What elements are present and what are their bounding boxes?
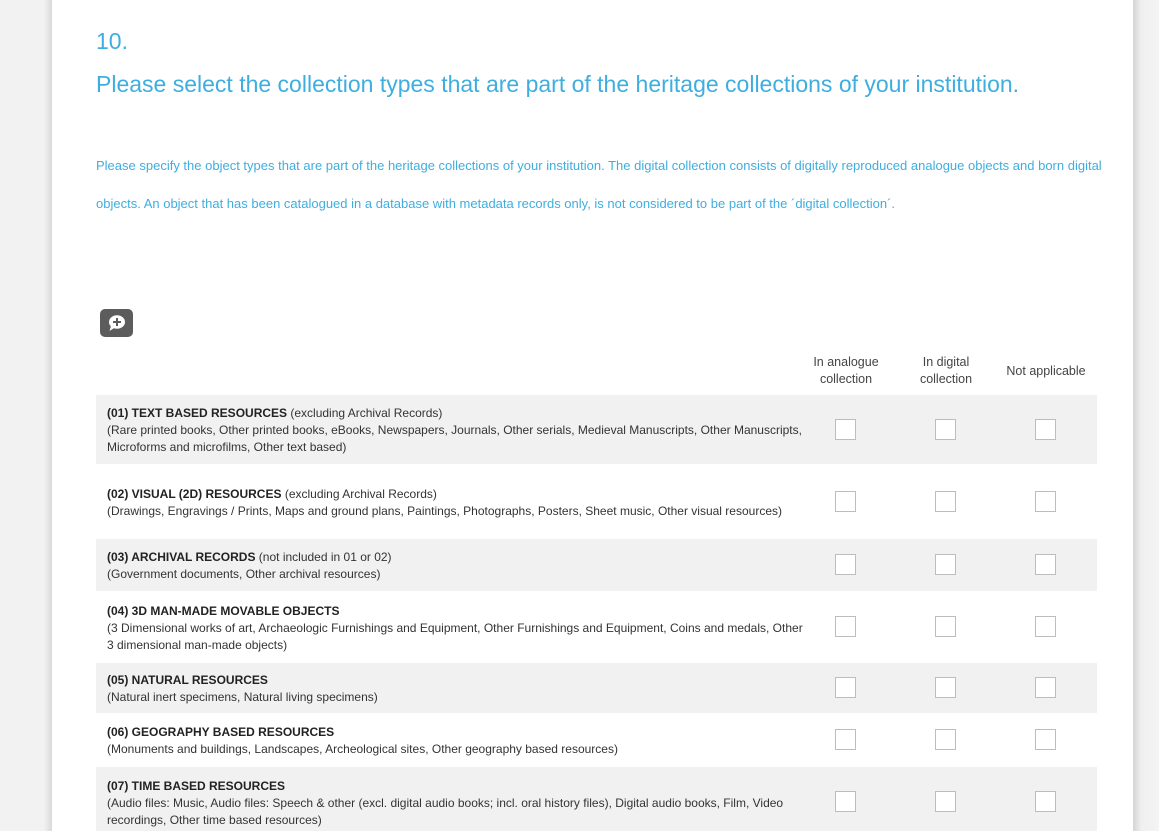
checkbox-analogue[interactable] xyxy=(835,418,856,440)
checkbox-analogue[interactable] xyxy=(835,677,856,698)
right-margin xyxy=(1133,0,1159,831)
checkbox-not-applicable[interactable] xyxy=(1035,729,1056,750)
checkbox-digital[interactable] xyxy=(935,418,956,440)
row-details: (Drawings, Engravings / Prints, Maps and… xyxy=(107,503,782,518)
checkbox-digital[interactable] xyxy=(935,791,956,812)
checkbox-digital[interactable] xyxy=(935,677,956,698)
checkbox-not-applicable[interactable] xyxy=(1035,490,1056,512)
row-details: (Natural inert specimens, Natural living… xyxy=(107,690,378,704)
grid-row-archival: (03) ARCHIVAL RECORDS (not included in 0… xyxy=(96,539,1097,593)
checkbox-analogue[interactable] xyxy=(835,791,856,812)
page: 10. Please select the collection types t… xyxy=(0,0,1159,831)
row-title: (04) 3D MAN-MADE MOVABLE OBJECTS xyxy=(107,603,340,618)
checkbox-not-applicable[interactable] xyxy=(1035,554,1056,575)
grid-row-natural: (05) NATURAL RESOURCES (Natural inert sp… xyxy=(96,663,1097,715)
grid-row-3d-objects: (04) 3D MAN-MADE MOVABLE OBJECTS (3 Dime… xyxy=(96,593,1097,663)
checkbox-analogue[interactable] xyxy=(835,554,856,575)
checkbox-not-applicable[interactable] xyxy=(1035,418,1056,440)
row-qualifier: (excluding Archival Records) xyxy=(287,406,443,420)
row-label: (01) TEXT BASED RESOURCES (excluding Arc… xyxy=(96,398,807,461)
column-header-digital: In digital collection xyxy=(919,355,973,386)
question-number: 10. xyxy=(96,28,128,54)
row-label: (07) TIME BASED RESOURCES (Audio files: … xyxy=(96,771,807,831)
row-title: (02) VISUAL (2D) RESOURCES xyxy=(107,486,282,501)
checkbox-digital[interactable] xyxy=(935,490,956,512)
checkbox-digital[interactable] xyxy=(935,554,956,575)
checkbox-analogue[interactable] xyxy=(835,616,856,637)
checkbox-not-applicable[interactable] xyxy=(1035,616,1056,637)
comment-add-icon xyxy=(108,315,125,331)
grid-row-text-based: (01) TEXT BASED RESOURCES (excluding Arc… xyxy=(96,395,1097,466)
row-details: (Audio files: Music, Audio files: Speech… xyxy=(107,795,784,827)
column-header-not-applicable: Not applicable xyxy=(1006,364,1086,378)
left-margin xyxy=(0,0,52,831)
grid-row-time-based: (07) TIME BASED RESOURCES (Audio files: … xyxy=(96,767,1097,831)
row-label: (06) GEOGRAPHY BASED RESOURCES (Monument… xyxy=(96,717,807,763)
row-details: (3 Dimensional works of art, Archaeologi… xyxy=(107,620,803,652)
row-details: (Monuments and buildings, Landscapes, Ar… xyxy=(107,742,618,756)
row-label: (05) NATURAL RESOURCES (Natural inert sp… xyxy=(96,665,807,711)
checkbox-analogue[interactable] xyxy=(835,729,856,750)
question-help-text: Please specify the object types that are… xyxy=(96,158,1102,211)
collection-types-grid: (01) TEXT BASED RESOURCES (excluding Arc… xyxy=(96,395,1097,831)
row-details: (Government documents, Other archival re… xyxy=(107,567,381,581)
add-comment-button[interactable] xyxy=(100,309,133,337)
row-title: (05) NATURAL RESOURCES xyxy=(107,673,268,687)
row-label: (04) 3D MAN-MADE MOVABLE OBJECTS (3 Dime… xyxy=(96,596,807,659)
row-label: (02) VISUAL (2D) RESOURCES (excluding Ar… xyxy=(96,479,807,525)
grid-row-geography: (06) GEOGRAPHY BASED RESOURCES (Monument… xyxy=(96,715,1097,767)
grid-row-visual: (02) VISUAL (2D) RESOURCES (excluding Ar… xyxy=(96,466,1097,539)
question-title: Please select the collection types that … xyxy=(96,71,1020,97)
column-header-analogue: In analogue collection xyxy=(813,355,879,386)
checkbox-analogue[interactable] xyxy=(835,490,856,512)
row-title: (07) TIME BASED RESOURCES xyxy=(107,778,286,793)
checkbox-not-applicable[interactable] xyxy=(1035,791,1056,812)
checkbox-not-applicable[interactable] xyxy=(1035,677,1056,698)
row-qualifier: (excluding Archival Records) xyxy=(281,486,437,501)
checkbox-digital[interactable] xyxy=(935,729,956,750)
row-details: (Rare printed books, Other printed books… xyxy=(107,423,802,454)
row-title: (06) GEOGRAPHY BASED RESOURCES xyxy=(107,725,335,739)
row-qualifier: (not included in 01 or 02) xyxy=(255,550,392,564)
row-title: (03) ARCHIVAL RECORDS xyxy=(107,550,256,564)
row-title: (01) TEXT BASED RESOURCES xyxy=(107,406,288,420)
checkbox-digital[interactable] xyxy=(935,616,956,637)
question-card: 10. Please select the collection types t… xyxy=(52,0,1133,831)
row-label: (03) ARCHIVAL RECORDS (not included in 0… xyxy=(96,542,807,588)
